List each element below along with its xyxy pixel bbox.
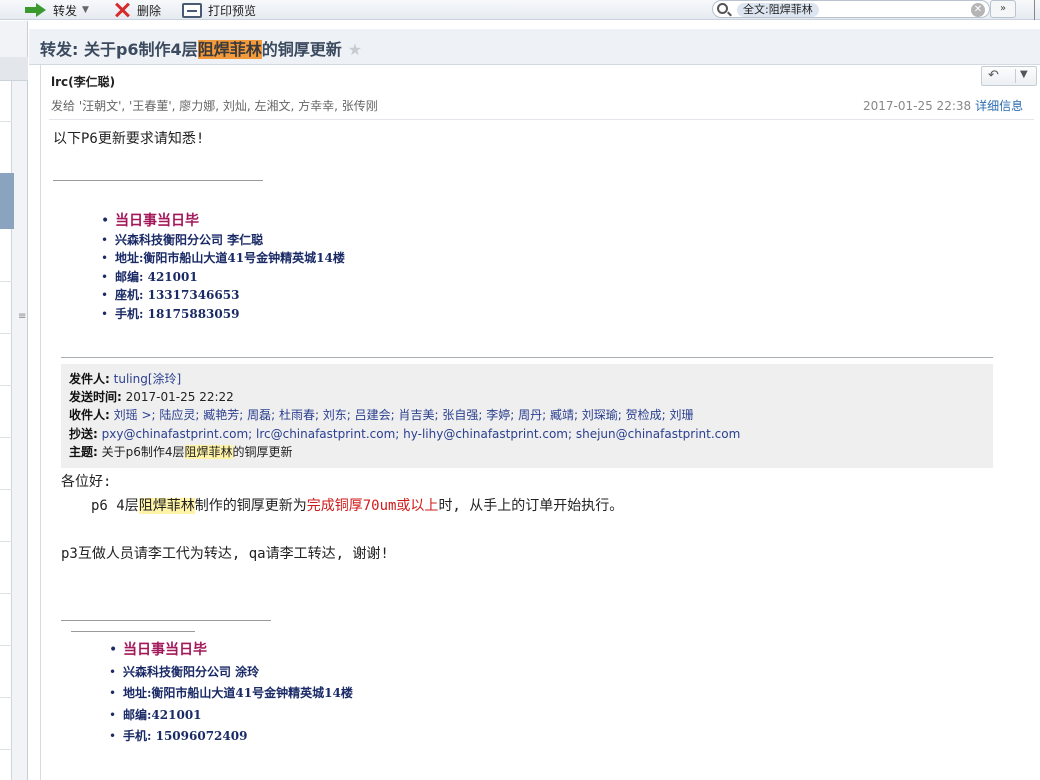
forward-label: 转发 <box>53 3 78 18</box>
subject-label: 主题: <box>69 444 98 459</box>
mail-list-header[interactable] <box>0 57 28 81</box>
list-separator <box>0 385 12 386</box>
subject-search-highlight: 阻焊菲林 <box>197 40 262 59</box>
splitter-grip-icon[interactable]: ≡ <box>18 311 26 322</box>
greeting-text: 各位好: <box>61 474 112 490</box>
from-value[interactable]: tuling[涂玲] <box>114 372 182 386</box>
print-preview-label: 打印预览 <box>208 3 257 18</box>
print-preview-button[interactable]: 打印预览 <box>182 0 256 20</box>
signature-rule <box>53 180 263 181</box>
forward-arrow-icon <box>25 3 47 17</box>
reply-button-group[interactable]: ↶ ▼ <box>981 66 1037 86</box>
forwarded-subject-highlight: 阻焊菲林 <box>184 444 233 459</box>
search-box[interactable]: 全文:阻焊菲林 ✕ <box>712 0 990 18</box>
intro-text: 以下P6更新要求请知悉! <box>53 131 205 147</box>
signature-company: 兴森科技衡阳分公司 李仁聪 <box>101 231 345 250</box>
list-separator <box>0 593 12 594</box>
toolbar-divider <box>1034 0 1035 20</box>
signature-postcode: 邮编: 421001 <box>101 268 345 287</box>
details-link[interactable]: 详细信息 <box>975 99 1023 113</box>
search-icon <box>717 3 728 14</box>
subject-bar: 转发: 关于p6制作4层阻焊菲林的铜厚更新 ★ <box>29 29 1040 65</box>
signature-block: 当日事当日毕 兴森科技衡阳分公司 李仁聪 地址:衡阳市船山大道41号金钟精英城1… <box>101 212 345 323</box>
signature2-company: 兴森科技衡阳分公司 涂玲 <box>109 662 353 684</box>
chevron-down-icon[interactable]: ▼ <box>82 5 89 15</box>
list-separator <box>0 281 12 282</box>
delete-label: 删除 <box>137 3 162 18</box>
forwarded-sent-row: 发送时间: 2017-01-25 22:22 <box>69 388 993 406</box>
forwarded-header: 发件人: tuling[涂玲] 发送时间: 2017-01-25 22:22 收… <box>61 364 993 468</box>
list-separator <box>0 697 12 698</box>
header-divider <box>49 119 1034 120</box>
printer-icon <box>182 2 202 18</box>
update-line-prefix: p6 4层 <box>91 498 139 514</box>
forwarded-subject-prefix: 关于p6制作4层 <box>101 444 185 459</box>
toolbar: 转发 ▼ 删除 打印预览 全文:阻焊菲林 ✕ » <box>0 0 1040 20</box>
forward-divider <box>61 357 993 358</box>
list-separator <box>0 121 12 122</box>
delete-button[interactable]: 删除 <box>113 0 161 20</box>
clear-search-icon[interactable]: ✕ <box>971 3 985 17</box>
list-separator <box>0 645 12 646</box>
subject-prefix: 转发: 关于p6制作4层 <box>40 40 198 59</box>
subject-suffix: 的铜厚更新 <box>261 40 342 59</box>
forwarded-subject-row: 主题: 关于p6制作4层阻焊菲林的铜厚更新 <box>69 443 993 461</box>
update-line: p6 4层阻焊菲林制作的铜厚更新为完成铜厚70um或以上时, 从手上的订单开始执… <box>91 495 623 515</box>
sent-value: 2017-01-25 22:22 <box>125 390 234 405</box>
signature2-rule-outer <box>61 620 271 621</box>
signature-address: 地址:衡阳市船山大道41号金钟精英城14楼 <box>101 249 345 268</box>
signature2-mobile: 手机: 15096072409 <box>109 726 353 748</box>
signature-landline: 座机: 13317346653 <box>101 286 345 305</box>
forwarded-cc-row: 抄送: pxy@chinafastprint.com; lrc@chinafas… <box>69 425 993 443</box>
delete-x-icon <box>113 2 131 18</box>
forwarded-from-row: 发件人: tuling[涂玲] <box>69 370 993 388</box>
forwarded-to-row: 收件人: 刘瑶 >; 陆应灵; 臧艳芳; 周磊; 杜雨春; 刘东; 吕建会; 肖… <box>69 406 993 424</box>
relay-request-text: p3互做人员请李工代为转达, qa请李工转达, 谢谢! <box>61 546 389 562</box>
update-line-suffix: 时, 从手上的订单开始执行。 <box>438 498 624 514</box>
more-options-button[interactable]: » <box>990 0 1016 18</box>
recipients-line: 发给 '汪朝文', '王春菫', 廖力娜, 刘灿, 左湘文, 方幸幸, 张传刚 <box>51 99 378 113</box>
search-input[interactable]: 全文:阻焊菲林 <box>737 3 819 17</box>
signature-mobile: 手机: 18175883059 <box>101 305 345 324</box>
list-separator <box>0 333 12 334</box>
update-line-highlight: 阻焊菲林 <box>138 498 195 514</box>
email-subject: 转发: 关于p6制作4层阻焊菲林的铜厚更新 ★ <box>40 36 362 60</box>
sent-date: 2017-01-25 22:38 详细信息 <box>863 97 1023 114</box>
cc-value[interactable]: pxy@chinafastprint.com; lrc@chinafastpri… <box>102 427 741 441</box>
to-value[interactable]: 刘瑶 >; 陆应灵; 臧艳芳; 周磊; 杜雨春; 刘东; 吕建会; 肖吉美; 张… <box>114 408 694 422</box>
forwarded-subject-suffix: 的铜厚更新 <box>232 444 293 459</box>
reply-dropdown-icon[interactable]: ▼ <box>1020 69 1028 80</box>
list-separator <box>0 437 12 438</box>
sender-name[interactable]: lrc(李仁聪) <box>51 73 115 90</box>
sent-label: 发送时间: <box>69 390 122 405</box>
signature2-rule-inner <box>71 631 195 632</box>
list-separator <box>0 749 12 750</box>
signature2-block: 当日事当日毕 兴森科技衡阳分公司 涂玲 地址:衡阳市船山大道41号金钟精英城14… <box>109 640 353 748</box>
star-icon[interactable]: ★ <box>348 40 362 59</box>
cc-label: 抄送: <box>69 426 98 441</box>
signature2-address: 地址:衡阳市船山大道41号金钟精英城14楼 <box>109 683 353 705</box>
mail-list-pane[interactable]: ≡ <box>0 21 28 780</box>
reply-icon[interactable]: ↶ <box>988 68 999 83</box>
signature-motto: 当日事当日毕 <box>101 212 345 231</box>
date-text: 2017-01-25 22:38 <box>863 99 972 113</box>
list-separator <box>0 541 12 542</box>
forward-button[interactable]: 转发 ▼ <box>25 0 89 20</box>
message-view: lrc(李仁聪) ↶ ▼ 发给 '汪朝文', '王春菫', 廖力娜, 刘灿, 左… <box>40 65 1040 780</box>
signature2-motto: 当日事当日毕 <box>109 640 353 662</box>
list-separator <box>0 489 12 490</box>
reply-divider <box>1015 69 1016 83</box>
selected-mail-item[interactable] <box>0 173 14 229</box>
from-label: 发件人: <box>69 372 110 386</box>
signature2-postcode: 邮编:421001 <box>109 705 353 727</box>
update-line-mid: 制作的铜厚更新为 <box>194 498 307 514</box>
update-line-requirement: 完成铜厚70um或以上 <box>306 498 439 514</box>
to-label: 收件人: <box>69 408 110 423</box>
